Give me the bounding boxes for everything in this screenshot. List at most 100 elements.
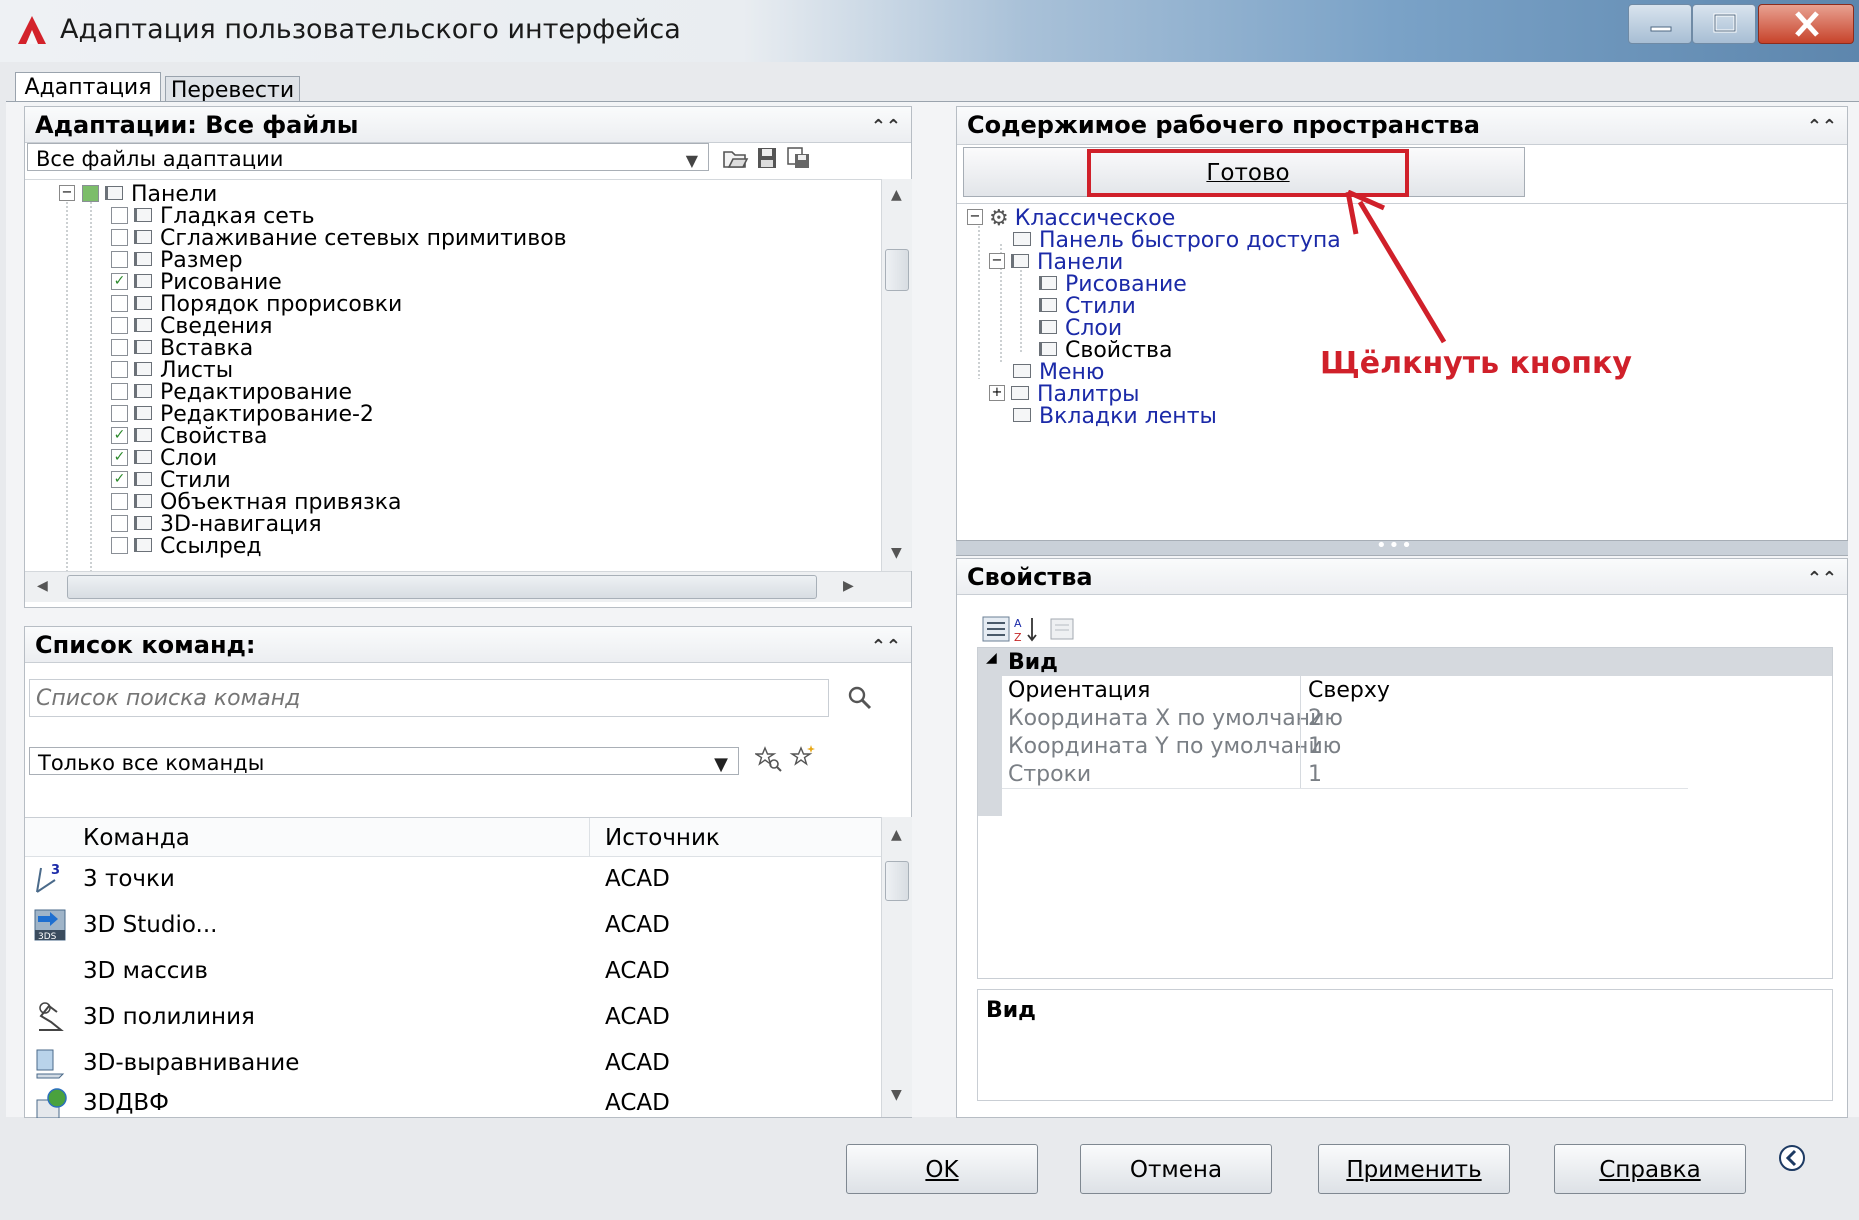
scroll-up-icon[interactable]: ▲ — [891, 827, 902, 843]
command-list-scrollbar[interactable]: ▲ ▼ — [881, 817, 912, 1117]
tree-node-quick-access[interactable]: Панель быстрого доступа — [1013, 230, 1341, 252]
tree-item[interactable]: ✓ Свойства — [111, 426, 267, 448]
tree-checkbox[interactable] — [111, 206, 128, 224]
command-search-input[interactable] — [29, 679, 829, 717]
tree-item[interactable]: Редактирование-2 — [111, 404, 374, 426]
scroll-thumb[interactable] — [885, 249, 909, 291]
property-value[interactable]: 2 — [1308, 706, 1322, 731]
tab-customize[interactable]: Адаптация — [15, 72, 161, 102]
tree-node-toolbars[interactable]: − Панели — [989, 252, 1123, 274]
tree-checkbox[interactable] — [111, 492, 128, 510]
property-value[interactable]: 1 — [1308, 734, 1322, 759]
tree-item[interactable]: Вставка — [111, 338, 253, 360]
expand-node-icon[interactable]: + — [989, 385, 1005, 401]
maximize-button[interactable] — [1692, 4, 1756, 44]
scroll-down-icon[interactable]: ▼ — [891, 1087, 902, 1103]
ok-button[interactable]: OK — [846, 1144, 1038, 1194]
tree-item[interactable]: Порядок прорисовки — [111, 294, 402, 316]
tree-checkbox[interactable] — [111, 228, 128, 246]
scroll-right-icon[interactable]: ▶ — [843, 578, 854, 594]
tree-item[interactable]: 3D-навигация — [111, 514, 322, 536]
cancel-button[interactable]: Отмена — [1080, 1144, 1272, 1194]
collapse-panels-icon[interactable] — [1776, 1142, 1808, 1174]
tree-checkbox[interactable] — [111, 514, 128, 532]
tree-item[interactable]: Сведения — [111, 316, 273, 338]
command-filter-dropdown[interactable]: Только все команды ▼ — [29, 747, 739, 775]
tree-item[interactable]: Редактирование — [111, 382, 352, 404]
tree-item[interactable]: Сглаживание сетевых примитивов — [111, 228, 567, 250]
customization-file-filter[interactable]: Все файлы адаптации ▼ — [27, 143, 709, 171]
property-value[interactable]: Сверху — [1308, 678, 1390, 703]
tree-node-menu[interactable]: Меню — [1013, 362, 1104, 384]
property-category[interactable]: ◢ Вид — [978, 648, 1832, 676]
tree-item[interactable]: Ссылред — [111, 536, 262, 558]
collapse-node-icon[interactable]: − — [59, 185, 75, 201]
tree-item[interactable]: Стили — [1039, 296, 1136, 318]
search-icon[interactable] — [845, 683, 875, 713]
tree-checkbox[interactable]: ✓ — [111, 272, 128, 290]
scroll-down-icon[interactable]: ▼ — [891, 545, 902, 561]
tree-node-toolbars[interactable]: − Панели — [59, 184, 217, 206]
tree-checkbox[interactable]: ✓ — [111, 426, 128, 444]
command-row[interactable]: 3DДВФ ACAD — [25, 1080, 745, 1118]
tree-checkbox[interactable] — [111, 536, 128, 554]
help-button[interactable]: Справка — [1554, 1144, 1746, 1194]
tree-item[interactable]: ✓ Рисование — [111, 272, 282, 294]
collapse-node-icon[interactable]: − — [967, 209, 983, 225]
save-icon[interactable] — [755, 145, 779, 171]
tree-item[interactable]: Слои — [1039, 318, 1122, 340]
tree-item[interactable]: Свойства — [1039, 340, 1172, 362]
collapse-icon[interactable]: ⌃⌃ — [1807, 109, 1837, 145]
scroll-up-icon[interactable]: ▲ — [891, 187, 902, 203]
tree-node-ribbon-tabs[interactable]: Вкладки ленты — [1013, 406, 1217, 428]
minimize-button[interactable] — [1628, 4, 1692, 44]
command-row[interactable]: 3DS 3D Studio... ACAD — [25, 902, 745, 948]
collapse-node-icon[interactable]: − — [989, 253, 1005, 269]
command-row[interactable]: 3 3 точки ACAD — [25, 856, 745, 902]
tree-checkbox[interactable] — [82, 184, 99, 202]
property-value[interactable]: 1 — [1308, 762, 1322, 787]
close-button[interactable] — [1758, 4, 1854, 44]
property-row[interactable]: Строки 1 — [1002, 760, 1688, 789]
property-row[interactable]: Координата Y по умолчанию 1 — [1002, 732, 1688, 761]
tree-checkbox[interactable] — [111, 294, 128, 312]
scroll-thumb[interactable] — [885, 861, 909, 901]
tree-item[interactable]: Листы — [111, 360, 233, 382]
property-row[interactable]: Ориентация Сверху — [1002, 676, 1688, 705]
scroll-thumb[interactable] — [67, 575, 817, 599]
tree-item[interactable]: Рисование — [1039, 274, 1187, 296]
tree-node-palettes[interactable]: + Палитры — [989, 384, 1140, 406]
open-file-icon[interactable] — [721, 145, 749, 171]
property-row[interactable]: Координата X по умолчанию 2 — [1002, 704, 1688, 733]
tree-item[interactable]: Размер — [111, 250, 243, 272]
tree-checkbox[interactable] — [111, 360, 128, 378]
apply-button[interactable]: Применить — [1318, 1144, 1510, 1194]
tree-item[interactable]: ✓ Стили — [111, 470, 231, 492]
collapse-icon[interactable]: ⌃⌃ — [871, 109, 901, 145]
tree-checkbox[interactable] — [111, 316, 128, 334]
categorized-view-icon[interactable] — [981, 615, 1011, 643]
tree-checkbox[interactable]: ✓ — [111, 448, 128, 466]
new-command-star-icon[interactable] — [789, 743, 817, 771]
tree-checkbox[interactable] — [111, 404, 128, 422]
collapse-category-icon[interactable]: ◢ — [986, 650, 997, 666]
tree-horizontal-scrollbar[interactable]: ◀ ▶ — [25, 571, 911, 602]
tree-checkbox[interactable] — [111, 382, 128, 400]
panel-splitter[interactable]: ••• — [956, 535, 1848, 556]
sort-alphabetical-icon[interactable]: AZ — [1013, 615, 1039, 643]
tree-checkbox[interactable]: ✓ — [111, 470, 128, 488]
tree-item[interactable]: ✓ Слои — [111, 448, 217, 470]
column-header-command[interactable]: Команда — [83, 825, 190, 851]
tree-item[interactable]: Гладкая сеть — [111, 206, 315, 228]
tree-item[interactable]: Объектная привязка — [111, 492, 401, 514]
property-pages-icon[interactable] — [1049, 617, 1075, 641]
command-row[interactable]: 3D полилиния ACAD — [25, 994, 745, 1040]
tab-transfer[interactable]: Перевести — [165, 76, 300, 103]
tree-checkbox[interactable] — [111, 338, 128, 356]
scroll-left-icon[interactable]: ◀ — [37, 578, 48, 594]
column-header-source[interactable]: Источник — [605, 825, 720, 851]
command-row[interactable]: 3D массив ACAD — [25, 948, 745, 994]
tree-vertical-scrollbar[interactable]: ▲ ▼ — [881, 179, 912, 571]
collapse-icon[interactable]: ⌃⌃ — [1807, 561, 1837, 597]
save-all-icon[interactable] — [785, 145, 813, 171]
